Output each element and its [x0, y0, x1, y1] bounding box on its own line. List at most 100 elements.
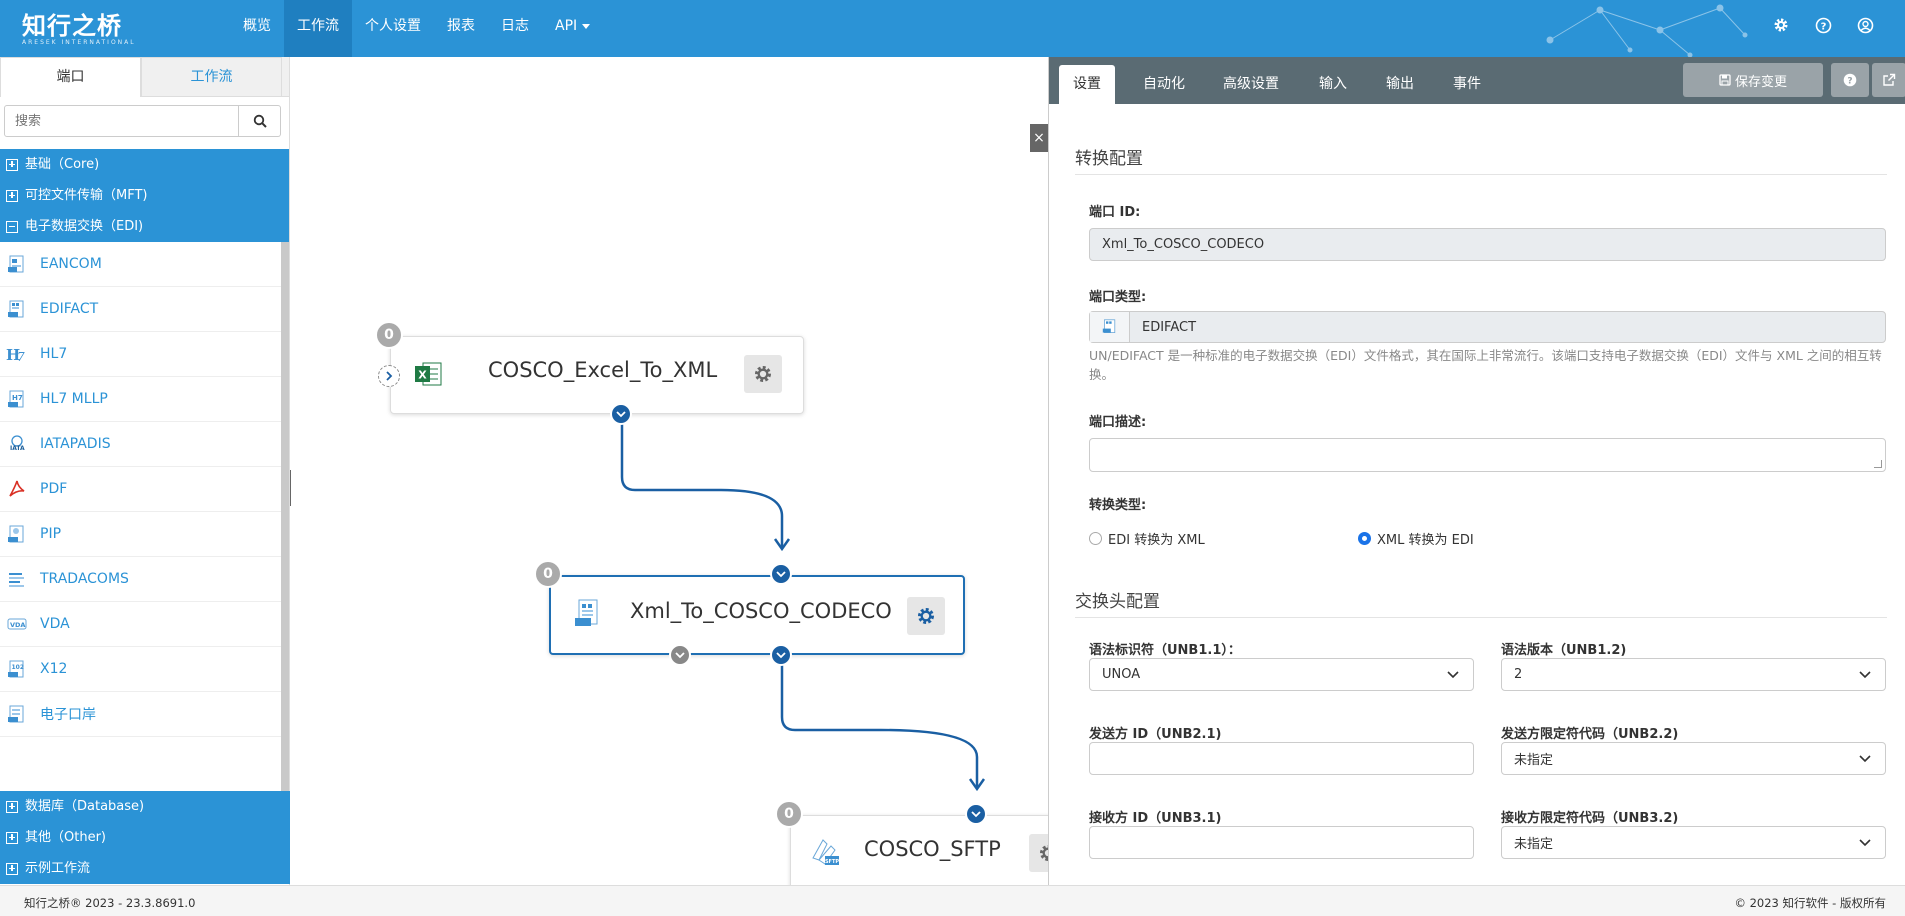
port-settings-panel: 设置 自动化 高级设置 输入 输出 事件 保存变更 ? 转换配置 端口 ID: … [1048, 57, 1905, 885]
sender-id-input[interactable] [1089, 742, 1474, 775]
receiver-qualifier-label: 接收方限定符代码（UNB3.2) [1501, 811, 1679, 826]
radio-xml-to-edi[interactable]: XML 转换为 EDI [1358, 529, 1474, 548]
workflow-node[interactable]: SFTP COSCO_SFTP [790, 815, 1048, 885]
receiver-id-label: 接收方 ID（UNB3.1) [1089, 811, 1222, 826]
category-core[interactable]: 基础（Core) [0, 149, 289, 180]
port-type-label: 端口类型: [1089, 290, 1147, 305]
svg-text:?: ? [1820, 21, 1826, 32]
category-sample-workflows[interactable]: 示例工作流 [0, 853, 290, 884]
nav-workflow[interactable]: 工作流 [284, 0, 352, 57]
caret-down-icon [582, 23, 591, 29]
gear-icon[interactable] [1771, 15, 1791, 35]
list-item-edifact[interactable]: EDIFACT [0, 287, 282, 332]
input-connector[interactable] [770, 563, 792, 585]
nav-api[interactable]: API [542, 0, 603, 57]
receiver-id-input[interactable] [1089, 826, 1474, 859]
item-label: X12 [40, 661, 68, 677]
help-button[interactable]: ? [1831, 63, 1869, 97]
list-item-tradacoms[interactable]: TRADACOMS [0, 557, 282, 602]
tab-events[interactable]: 事件 [1439, 65, 1495, 104]
iata-icon: IATA [6, 433, 28, 455]
list-item-pip[interactable]: PIP [0, 512, 282, 557]
save-icon [1719, 74, 1731, 86]
top-icons: ? [1771, 15, 1875, 35]
radio-label: EDI 转换为 XML [1108, 533, 1205, 548]
tab-input[interactable]: 输入 [1305, 65, 1361, 104]
tab-advanced[interactable]: 高级设置 [1209, 65, 1293, 104]
tab-settings[interactable]: 设置 [1059, 65, 1115, 104]
node-settings-button[interactable] [1029, 834, 1048, 872]
list-item-hl7-mllp[interactable]: H7 HL7 MLLP [0, 377, 282, 422]
workflow-canvas[interactable]: X COSCO_Excel_To_XML 0 Xml_To_COSCO_CODE… [291, 57, 1048, 885]
node-settings-button[interactable] [907, 597, 945, 635]
list-item-eport[interactable]: 电子口岸 [0, 692, 282, 737]
message-count-badge: 0 [375, 321, 403, 349]
syntax-version-select[interactable]: 2 [1501, 658, 1886, 691]
user-icon[interactable] [1855, 15, 1875, 35]
receiver-qualifier-select[interactable]: 未指定 [1501, 826, 1886, 859]
category-label: 可控文件传输（MFT) [25, 188, 148, 203]
connection-lines [620, 416, 986, 792]
hl7-mllp-icon: H7 [6, 388, 28, 410]
list-item-x12[interactable]: 102 X12 [0, 647, 282, 692]
help-icon[interactable]: ? [1813, 15, 1833, 35]
radio-label: XML 转换为 EDI [1377, 533, 1474, 548]
popout-button[interactable] [1872, 63, 1905, 97]
svg-text:H7: H7 [12, 394, 23, 402]
expand-icon [6, 189, 18, 202]
tab-workflows[interactable]: 工作流 [141, 57, 282, 97]
expand-icon [6, 862, 18, 875]
port-id-field[interactable]: Xml_To_COSCO_CODECO [1089, 228, 1886, 261]
category-label: 数据库（Database) [25, 799, 145, 814]
tab-ports[interactable]: 端口 [0, 57, 141, 97]
workflow-node-selected[interactable]: Xml_To_COSCO_CODECO [549, 575, 965, 655]
input-connector[interactable] [965, 803, 987, 825]
vda-icon: VDA [6, 613, 28, 635]
message-count-badge: 0 [775, 800, 803, 828]
resize-grip-icon[interactable] [1874, 460, 1882, 468]
sender-qualifier-select[interactable]: 未指定 [1501, 742, 1886, 775]
nav-logs[interactable]: 日志 [488, 0, 542, 57]
category-database[interactable]: 数据库（Database) [0, 791, 290, 822]
save-changes-button[interactable]: 保存变更 [1683, 63, 1823, 97]
syntax-id-select[interactable]: UNOA [1089, 658, 1474, 691]
list-item-pdf[interactable]: PDF [0, 467, 282, 512]
tab-output[interactable]: 输出 [1372, 65, 1428, 104]
nav-overview[interactable]: 概览 [230, 0, 284, 57]
input-connector[interactable] [378, 365, 400, 387]
top-navbar: 知行之桥 ARESEK INTERNATIONAL 概览 工作流 个人设置 报表… [0, 0, 1905, 57]
node-settings-button[interactable] [744, 355, 782, 393]
category-edi[interactable]: 电子数据交换（EDI) [0, 211, 289, 242]
list-item-vda[interactable]: VDA VDA [0, 602, 282, 647]
radio-edi-to-xml[interactable]: EDI 转换为 XML [1089, 529, 1205, 548]
category-label: 电子数据交换（EDI) [25, 219, 144, 234]
svg-text:VDA: VDA [10, 621, 25, 629]
list-item-eancom[interactable]: EANCOM [0, 242, 282, 287]
radio-button-checked [1358, 532, 1371, 545]
chevron-down-icon [1859, 838, 1871, 846]
output-connector[interactable] [610, 403, 632, 425]
version-text: 知行之桥® 2023 - 23.3.8691.0 [24, 896, 196, 910]
workflow-node[interactable]: X COSCO_Excel_To_XML [378, 336, 804, 414]
nav-reports[interactable]: 报表 [434, 0, 488, 57]
gear-icon [755, 366, 771, 382]
port-desc-textarea[interactable] [1089, 438, 1886, 472]
tab-automation[interactable]: 自动化 [1129, 65, 1199, 104]
category-mft[interactable]: 可控文件传输（MFT) [0, 180, 289, 211]
category-label: 其他（Other) [25, 830, 106, 845]
panel-tabs: 设置 自动化 高级设置 输入 输出 事件 保存变更 ? [1049, 57, 1905, 104]
chevron-down-icon [1859, 670, 1871, 678]
output-connector[interactable] [770, 644, 792, 666]
brand-logo[interactable]: 知行之桥 ARESEK INTERNATIONAL [22, 6, 136, 46]
search-input[interactable] [4, 105, 239, 137]
nav-profile[interactable]: 个人设置 [352, 0, 434, 57]
error-connector[interactable] [669, 644, 691, 666]
close-panel-button[interactable]: × [1030, 124, 1048, 152]
search-button[interactable] [239, 105, 281, 137]
list-item-hl7[interactable]: H7 HL7 [0, 332, 282, 377]
list-scrollbar[interactable] [281, 242, 289, 791]
list-item-iatapadis[interactable]: IATA IATAPADIS [0, 422, 282, 467]
category-other[interactable]: 其他（Other) [0, 822, 290, 853]
section-title-conversion: 转换配置 [1075, 149, 1143, 169]
main-nav: 概览 工作流 个人设置 报表 日志 API [230, 0, 603, 57]
